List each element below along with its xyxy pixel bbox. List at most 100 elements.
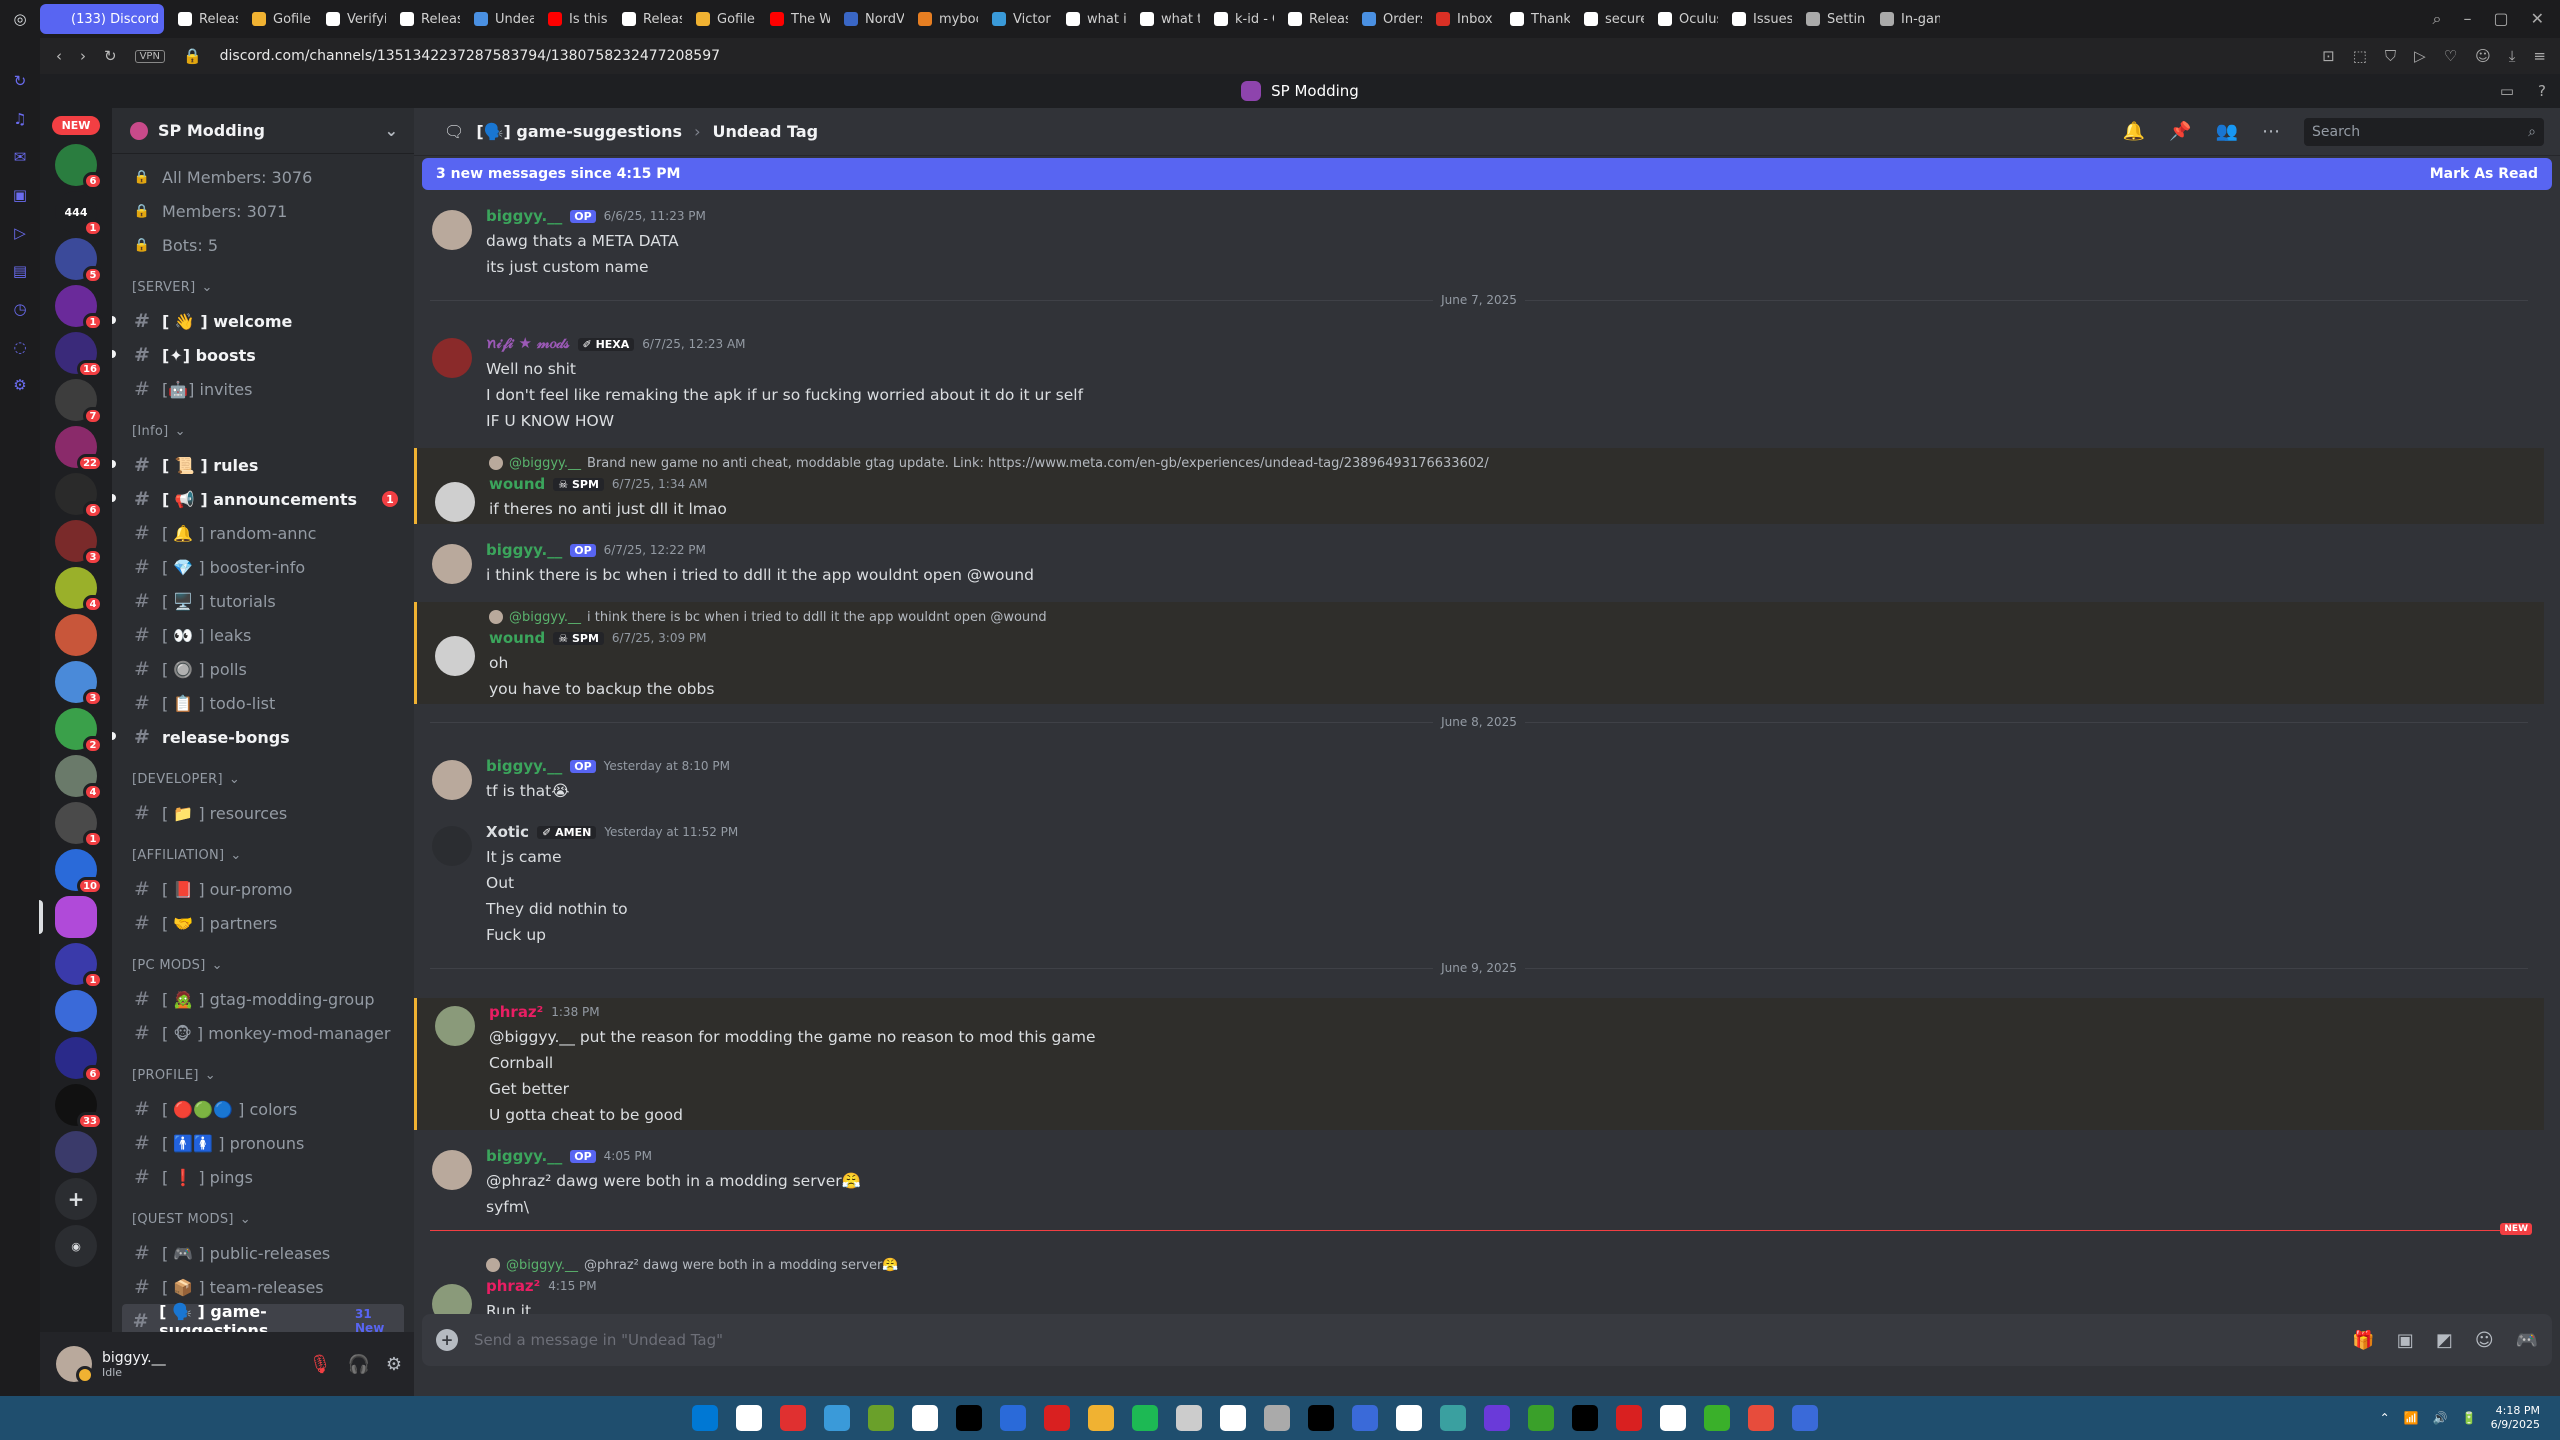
menu-icon[interactable]: ≡ xyxy=(2533,47,2546,65)
message[interactable]: @biggyy.__ i think there is bc when i tri… xyxy=(414,602,2544,704)
help-icon[interactable]: ? xyxy=(2538,82,2546,100)
taskbar-app-icon[interactable] xyxy=(1044,1405,1070,1431)
battery-icon[interactable]: 🔋 xyxy=(2462,1411,2477,1425)
chevron-down-icon[interactable]: ⌄ xyxy=(385,121,398,140)
browser-tab[interactable]: Settings xyxy=(1796,4,1866,34)
gif-icon[interactable]: ▣ xyxy=(2397,1330,2414,1351)
channel-item[interactable]: # [ 📁 ] resources xyxy=(122,796,404,830)
sticker-icon[interactable]: ◩ xyxy=(2436,1330,2453,1351)
channel-category[interactable]: [PC MODS] ⌄ xyxy=(122,948,404,982)
channel-category[interactable]: [QUEST MODS] ⌄ xyxy=(122,1202,404,1236)
shield-icon[interactable]: ⛉ xyxy=(2385,47,2396,65)
channel-item[interactable]: # [ ❗ ] pings xyxy=(122,1160,404,1194)
avatar[interactable] xyxy=(432,760,472,800)
taskbar-app-icon[interactable] xyxy=(1352,1405,1378,1431)
browser-tab[interactable]: Undead xyxy=(464,4,534,34)
browser-tab[interactable]: The Win xyxy=(760,4,830,34)
inbox-icon[interactable]: ▭ xyxy=(2500,82,2514,100)
message[interactable]: ꪀ𝒾𝒻𝒾 ★ 𝓂𝑜𝒹𝓈 ✐ HEXA 6/7/25, 12:23 AM Well no… xyxy=(414,330,2544,436)
avatar[interactable] xyxy=(432,210,472,250)
wallet-icon[interactable]: ▤ xyxy=(13,262,27,280)
browser-tab[interactable]: Oculus xyxy=(1648,4,1718,34)
channel-item[interactable]: # [ 📢 ] announcements 1 xyxy=(112,482,404,516)
header-channel-name[interactable]: [🗣️] game-suggestions xyxy=(476,122,682,141)
author-name[interactable]: biggyy.__ xyxy=(486,541,562,559)
author-name[interactable]: phraz² xyxy=(489,1003,543,1021)
tray-chevron-icon[interactable]: ⌃ xyxy=(2380,1411,2390,1425)
channel-category[interactable]: [Info] ⌄ xyxy=(122,414,404,448)
taskbar-app-icon[interactable] xyxy=(1616,1405,1642,1431)
members-icon[interactable]: 👥 xyxy=(2216,121,2238,142)
channel-item[interactable]: # [ 👀 ] leaks xyxy=(122,618,404,652)
profile-icon[interactable]: ☺ xyxy=(2475,47,2491,65)
browser-tab[interactable]: Release xyxy=(390,4,460,34)
taskbar-app-icon[interactable] xyxy=(1572,1405,1598,1431)
server-icon[interactable]: 4 xyxy=(55,567,103,613)
message[interactable]: @biggyy.__ @phraz² dawg were both in a mo… xyxy=(414,1250,2544,1314)
browser-tab[interactable]: (133) Discord | " xyxy=(40,4,164,34)
avatar[interactable] xyxy=(435,636,475,676)
taskbar-app-icon[interactable] xyxy=(1748,1405,1774,1431)
taskbar-app-icon[interactable] xyxy=(1220,1405,1246,1431)
play-icon[interactable]: ▷ xyxy=(2414,47,2426,65)
server-icon[interactable] xyxy=(39,896,97,938)
message[interactable]: biggyy.__ OP 4:05 PM @phraz² dawg were both… xyxy=(414,1142,2544,1222)
author-name[interactable]: biggyy.__ xyxy=(486,207,562,225)
gift-icon[interactable]: 🎁 xyxy=(2352,1330,2374,1351)
browser-tab[interactable]: Thank Y xyxy=(1500,4,1570,34)
server-icon[interactable]: 33 xyxy=(55,1084,103,1130)
close-icon[interactable]: ✕ xyxy=(2531,9,2544,29)
channel-item[interactable]: # [ 🤝 ] partners xyxy=(122,906,404,940)
author-name[interactable]: wound xyxy=(489,475,545,493)
twitch-icon[interactable]: ▣ xyxy=(13,186,27,204)
taskbar-app-icon[interactable] xyxy=(824,1405,850,1431)
browser-tab[interactable]: Release xyxy=(1278,4,1348,34)
server-icon[interactable]: 10 xyxy=(55,849,103,895)
clock[interactable]: 4:18 PM 6/9/2025 xyxy=(2491,1404,2540,1432)
player-icon[interactable]: ▷ xyxy=(14,224,26,242)
avatar[interactable] xyxy=(435,1006,475,1046)
reply-preview[interactable]: @biggyy.__ i think there is bc when i tri… xyxy=(489,604,2544,626)
apps-icon[interactable]: 🎮 xyxy=(2516,1330,2538,1351)
channel-item[interactable]: # [🤖] invites xyxy=(122,372,404,406)
avatar[interactable] xyxy=(432,338,472,378)
channel-item[interactable]: # release-bongs xyxy=(112,720,404,754)
chat-icon[interactable]: ◌ xyxy=(13,338,26,356)
taskbar-app-icon[interactable] xyxy=(1440,1405,1466,1431)
server-icon[interactable]: 22 xyxy=(55,426,103,472)
channel-category[interactable]: [PROFILE] ⌄ xyxy=(122,1058,404,1092)
server-icon[interactable]: 1 xyxy=(55,285,103,331)
server-icon[interactable]: 3 xyxy=(55,661,103,707)
server-icon[interactable]: 4 xyxy=(55,755,103,801)
channel-item[interactable]: # [ 👋 ] welcome xyxy=(112,304,404,338)
browser-tab[interactable]: what is xyxy=(1056,4,1126,34)
music-icon[interactable]: ♫ xyxy=(13,110,26,128)
settings-icon[interactable]: ⚙ xyxy=(13,376,26,394)
taskbar-app-icon[interactable] xyxy=(780,1405,806,1431)
taskbar-app-icon[interactable] xyxy=(1484,1405,1510,1431)
browser-tab[interactable]: Issues xyxy=(1722,4,1792,34)
user-avatar[interactable] xyxy=(56,1346,94,1384)
message[interactable]: Xotic ✐ AMEN Yesterday at 11:52 PM It js ca… xyxy=(414,818,2544,950)
server-icon[interactable]: 6 xyxy=(55,144,103,190)
wifi-icon[interactable]: 📶 xyxy=(2404,1411,2419,1425)
add-server-icon[interactable]: + xyxy=(55,1178,97,1220)
channel-item[interactable]: # [✦] boosts xyxy=(112,338,404,372)
browser-tab[interactable]: Release xyxy=(612,4,682,34)
search-tabs-icon[interactable]: ⌕ xyxy=(2433,9,2442,29)
browser-tab[interactable]: Verifying xyxy=(316,4,386,34)
avatar[interactable] xyxy=(435,482,475,522)
author-name[interactable]: biggyy.__ xyxy=(486,1147,562,1165)
taskbar-app-icon[interactable] xyxy=(1704,1405,1730,1431)
taskbar-app-icon[interactable] xyxy=(1000,1405,1026,1431)
taskbar-app-icon[interactable] xyxy=(1792,1405,1818,1431)
taskbar-app-icon[interactable] xyxy=(1088,1405,1114,1431)
gear-icon[interactable]: ⚙ xyxy=(386,1354,402,1375)
taskbar-app-icon[interactable] xyxy=(956,1405,982,1431)
server-header[interactable]: SP Modding ⌄ xyxy=(112,108,414,154)
browser-tab[interactable]: secure. xyxy=(1574,4,1644,34)
channel-item[interactable]: # [ 📕 ] our-promo xyxy=(122,872,404,906)
browser-tab[interactable]: k-id - G xyxy=(1204,4,1274,34)
user-info[interactable]: biggyy.__ Idle xyxy=(102,1350,166,1379)
server-icon[interactable]: 6 xyxy=(55,473,103,519)
